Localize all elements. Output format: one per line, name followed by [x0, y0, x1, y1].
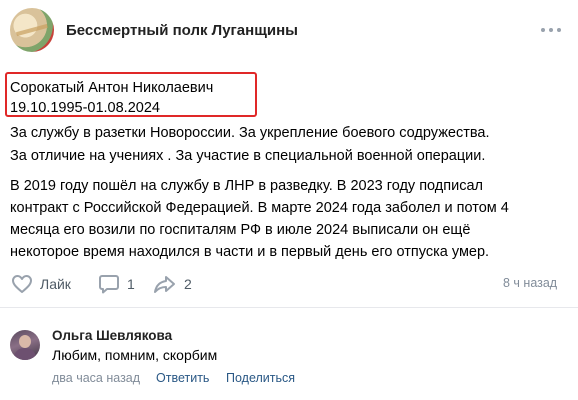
- post-dates: 19.10.1995-01.08.2024: [10, 100, 160, 116]
- more-icon[interactable]: [541, 22, 561, 38]
- heart-icon: [12, 275, 32, 293]
- commenter-avatar[interactable]: [10, 330, 40, 360]
- group-avatar[interactable]: [10, 8, 54, 52]
- reply-link[interactable]: Ответить: [156, 371, 209, 385]
- comment-time[interactable]: два часа назад: [52, 371, 140, 385]
- post-header: Бессмертный полк Луганщины: [0, 0, 578, 62]
- shares-count: 2: [184, 276, 192, 292]
- comment-text: Любим, помним, скорбим: [52, 347, 218, 363]
- share-button[interactable]: 2: [152, 272, 192, 296]
- like-label: Лайк: [40, 276, 71, 292]
- comment-button[interactable]: 1: [97, 272, 135, 296]
- comment-icon: [99, 275, 119, 294]
- commenter-name[interactable]: Ольга Шевлякова: [52, 328, 172, 343]
- like-button[interactable]: Лайк: [10, 272, 71, 296]
- comments-count: 1: [127, 276, 135, 292]
- divider: [0, 307, 578, 308]
- post-text-line: некоторое время находился в части и в пе…: [10, 244, 490, 260]
- group-name[interactable]: Бессмертный полк Луганщины: [66, 22, 298, 39]
- post-text-line: В 2019 году пошёл на службу в ЛНР в разв…: [10, 178, 483, 194]
- post-text-line: месяца его возили по госпиталям РФ в июл…: [10, 222, 471, 238]
- post-text-line: За службу в разетки Новороссии. За укреп…: [10, 125, 490, 141]
- post-time[interactable]: 8 ч назад: [503, 276, 557, 290]
- post-text-line: контракт с Российской Федерацией. В март…: [10, 200, 509, 216]
- share-icon: [154, 276, 175, 293]
- share-comment-link[interactable]: Поделиться: [226, 371, 295, 385]
- post-person-name: Сорокатый Антон Николаевич: [10, 80, 214, 96]
- post-text-line: За отличие на учениях . За участие в спе…: [10, 148, 486, 164]
